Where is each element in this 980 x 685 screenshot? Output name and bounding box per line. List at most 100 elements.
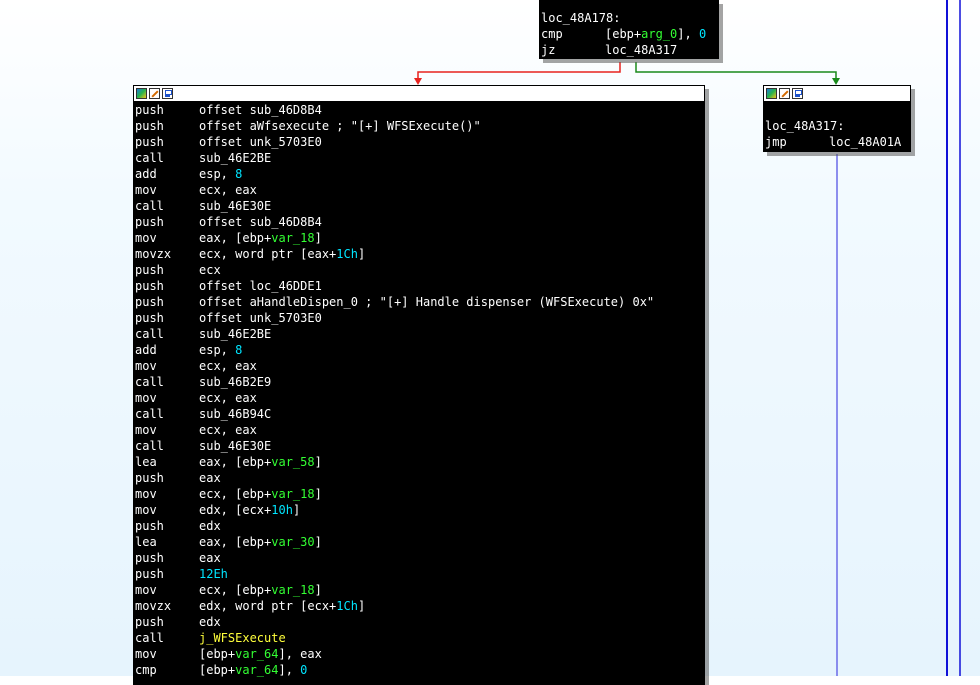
operand: eax, [ebp+ (199, 455, 272, 469)
true-branch-arrow (832, 78, 840, 85)
operand: offset aWfsexecute ; "[+] WFSExecute()" (199, 119, 481, 133)
block-code: loc_48A178: cmp [ebp+arg_0], 0 jz loc_48A317 (539, 0, 719, 58)
edit-icon[interactable] (779, 88, 790, 99)
mnemonic: mov (135, 487, 157, 501)
code-line[interactable]: call j_WFSExecute (135, 630, 703, 646)
code-line[interactable]: mov edx, [ecx+10h] (135, 502, 703, 518)
mnemonic: call (135, 327, 164, 341)
operand: ecx, eax (199, 359, 257, 373)
mnemonic: call (135, 151, 164, 165)
code-line[interactable]: add esp, 8 (135, 166, 703, 182)
code-line[interactable]: mov ecx, [ebp+var_18] (135, 486, 703, 502)
code-line[interactable]: push offset unk_5703E0 (135, 134, 703, 150)
operand: [ebp+ (605, 27, 642, 41)
mnemonic: push (135, 551, 164, 565)
operand: ecx, [ebp+ (199, 487, 272, 501)
basic-block-loc-48a178[interactable]: loc_48A178: cmp [ebp+arg_0], 0 jz loc_48A317 (539, 0, 719, 59)
code-line[interactable]: call sub_46B2E9 (135, 374, 703, 390)
immediate-value: 12Eh (199, 567, 228, 581)
basic-block-wfsexecute[interactable]: push offset sub_46D8B4 push offset aWfsexec… (133, 85, 705, 685)
code-line[interactable]: lea eax, [ebp+var_30] (135, 534, 703, 550)
operand: sub_46E30E (199, 199, 272, 213)
operand: sub_46E2BE (199, 151, 272, 165)
code-line[interactable]: push eax (135, 550, 703, 566)
code-line[interactable]: call sub_46E30E (135, 438, 703, 454)
code-line[interactable]: push offset unk_5703E0 (135, 310, 703, 326)
true-branch-edge (635, 62, 837, 80)
immediate-value: 1Ch (336, 247, 358, 261)
code-line[interactable]: movzx edx, word ptr [ecx+1Ch] (135, 598, 703, 614)
stack-variable: var_58 (271, 455, 315, 469)
code-line[interactable]: call sub_46E2BE (135, 326, 703, 342)
code-line[interactable]: push offset sub_46D8B4 (135, 214, 703, 230)
code-line[interactable]: mov ecx, eax (135, 358, 703, 374)
code-line[interactable]: mov ecx, eax (135, 422, 703, 438)
mnemonic: call (135, 439, 164, 453)
mnemonic: jz (541, 43, 556, 57)
code-line[interactable]: loc_48A317: (765, 118, 909, 134)
operand: ecx, eax (199, 183, 257, 197)
mnemonic: push (135, 263, 164, 277)
mnemonic: cmp (541, 27, 563, 41)
code-line[interactable]: mov eax, [ebp+var_18] (135, 230, 703, 246)
immediate-value: 8 (235, 167, 243, 181)
operand: loc_48A178: (541, 11, 621, 25)
code-line[interactable]: mov ecx, [ebp+var_18] (135, 582, 703, 598)
operand: ecx, eax (199, 391, 257, 405)
code-line[interactable]: cmp [ebp+arg_0], 0 (541, 26, 717, 42)
operand: ecx, eax (199, 423, 257, 437)
code-line[interactable]: push ecx (135, 262, 703, 278)
code-line[interactable]: mov [ebp+var_64], eax (135, 646, 703, 662)
code-line[interactable]: push offset aWfsexecute ; "[+] WFSExecute… (135, 118, 703, 134)
stack-variable: var_30 (271, 535, 315, 549)
code-line[interactable]: push eax (135, 470, 703, 486)
code-line[interactable]: jz loc_48A317 (541, 42, 717, 58)
code-line[interactable]: mov ecx, eax (135, 390, 703, 406)
immediate-value: 0 (300, 663, 308, 677)
mnemonic: movzx (135, 247, 172, 261)
operand: offset sub_46D8B4 (199, 103, 322, 117)
graph-icon[interactable] (766, 88, 777, 99)
edit-icon[interactable] (149, 88, 160, 99)
block-titlebar (133, 85, 705, 101)
mnemonic: lea (135, 535, 157, 549)
code-line[interactable]: lea eax, [ebp+var_58] (135, 454, 703, 470)
code-line[interactable] (765, 102, 909, 118)
graph-overview-icon[interactable] (792, 88, 803, 99)
code-line[interactable]: push edx (135, 614, 703, 630)
operand: loc_48A317: (765, 119, 845, 133)
code-line[interactable]: add esp, 8 (135, 342, 703, 358)
code-line[interactable]: push offset sub_46D8B4 (135, 102, 703, 118)
code-line[interactable]: call sub_46E30E (135, 198, 703, 214)
operand: loc_48A317 (605, 43, 678, 57)
operand: ], (677, 27, 699, 41)
code-line[interactable]: mov ecx, eax (135, 182, 703, 198)
code-line[interactable]: push 12Eh (135, 566, 703, 582)
code-line[interactable]: call sub_46B94C (135, 406, 703, 422)
mnemonic: push (135, 215, 164, 229)
mnemonic: push (135, 567, 164, 581)
stack-variable: var_18 (271, 487, 315, 501)
mnemonic: mov (135, 231, 157, 245)
operand: edx, word ptr [ecx+ (199, 599, 337, 613)
code-line[interactable]: call sub_46E2BE (135, 150, 703, 166)
operand: [ebp+ (199, 663, 236, 677)
code-line[interactable]: push offset aHandleDispen_0 ; "[+] Handle… (135, 294, 703, 310)
mnemonic: add (135, 167, 157, 181)
operand: esp, (199, 167, 236, 181)
mnemonic: lea (135, 455, 157, 469)
mnemonic: push (135, 135, 164, 149)
operand: esp, (199, 343, 236, 357)
code-line[interactable]: jmp loc_48A01A (765, 134, 909, 150)
graph-icon[interactable] (136, 88, 147, 99)
operand: eax (199, 551, 221, 565)
stack-variable: var_18 (271, 231, 315, 245)
graph-overview-icon[interactable] (162, 88, 173, 99)
operand: ] (292, 503, 301, 517)
code-line[interactable]: push edx (135, 518, 703, 534)
code-line[interactable]: loc_48A178: (541, 10, 717, 26)
basic-block-loc-48a317[interactable]: loc_48A317: jmp loc_48A01A (763, 85, 911, 152)
code-line[interactable]: push offset loc_46DDE1 (135, 278, 703, 294)
code-line[interactable]: movzx ecx, word ptr [eax+1Ch] (135, 246, 703, 262)
operand: edx (199, 615, 221, 629)
